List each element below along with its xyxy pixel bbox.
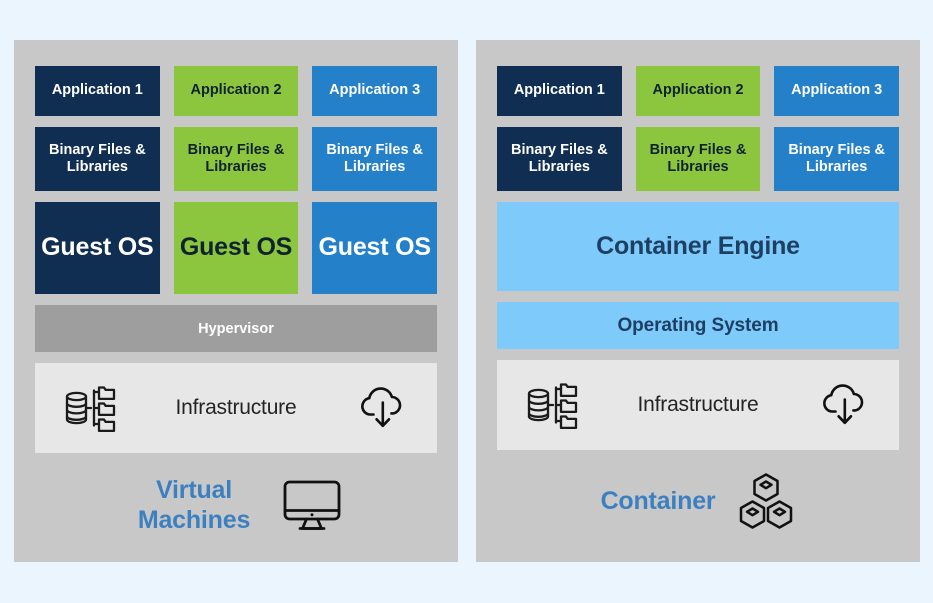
cubes-icon <box>737 472 795 530</box>
container-application-column-1: Application 1 <box>497 66 622 116</box>
container-application-label-1: Application 1 <box>513 82 605 99</box>
container-binary-box-3[interactable]: Binary Files & Libraries <box>774 127 900 191</box>
vm-guest-os-row: Guest OS Guest OS Guest OS <box>35 202 438 294</box>
vm-binary-box-1[interactable]: Binary Files & Libraries <box>35 127 160 191</box>
container-binary-box-1[interactable]: Binary Files & Libraries <box>497 127 622 191</box>
cloud-download-icon <box>359 385 407 431</box>
monitor-icon <box>281 477 343 533</box>
vm-guest-os-label-2: Guest OS <box>179 233 293 262</box>
hypervisor-label: Hypervisor <box>198 320 274 337</box>
vm-panel-content: Application 1 Application 2 Application … <box>35 66 438 535</box>
vm-binary-box-3[interactable]: Binary Files & Libraries <box>312 127 438 191</box>
container-application-row: Application 1 Application 2 Application … <box>497 66 900 116</box>
vm-guest-os-box-1[interactable]: Guest OS <box>35 202 160 294</box>
vm-application-box-1[interactable]: Application 1 <box>35 66 160 116</box>
vm-guest-os-column-1: Guest OS <box>35 202 160 294</box>
database-folders-icon <box>63 380 119 436</box>
vm-binary-label-3: Binary Files & Libraries <box>326 141 424 175</box>
vm-guest-os-column-3: Guest OS <box>312 202 438 294</box>
container-application-label-2: Application 2 <box>652 82 744 99</box>
container-binary-row: Binary Files & Libraries Binary Files & … <box>497 127 900 191</box>
vm-binary-column-3: Binary Files & Libraries <box>312 127 438 191</box>
vm-application-box-2[interactable]: Application 2 <box>173 66 299 116</box>
vm-application-column-1: Application 1 <box>35 66 160 116</box>
container-engine-label: Container Engine <box>596 232 800 260</box>
vm-application-column-2: Application 2 <box>173 66 299 116</box>
vm-application-column-3: Application 3 <box>312 66 438 116</box>
container-application-column-2: Application 2 <box>635 66 761 116</box>
cloud-download-icon <box>821 382 869 428</box>
vm-binary-label-2: Binary Files & Libraries <box>187 141 285 175</box>
diagram-canvas: Application 1 Application 2 Application … <box>0 0 933 603</box>
container-binary-label-2: Binary Files & Libraries <box>649 141 747 175</box>
container-binary-column-1: Binary Files & Libraries <box>497 127 622 191</box>
operating-system-label: Operating System <box>617 314 779 336</box>
vm-guest-os-label-3: Guest OS <box>318 233 432 262</box>
vm-application-label-1: Application 1 <box>51 82 143 99</box>
virtual-machines-label: Virtual Machines <box>137 476 251 534</box>
container-application-box-3[interactable]: Application 3 <box>774 66 900 116</box>
vm-binary-row: Binary Files & Libraries Binary Files & … <box>35 127 438 191</box>
vm-guest-os-label-1: Guest OS <box>41 233 154 262</box>
container-application-column-3: Application 3 <box>774 66 900 116</box>
container-panel-content: Application 1 Application 2 Application … <box>497 66 900 530</box>
container-binary-box-2[interactable]: Binary Files & Libraries <box>635 127 761 191</box>
vm-infrastructure-bar[interactable]: Infrastructure <box>35 363 437 453</box>
vm-guest-os-column-2: Guest OS <box>173 202 299 294</box>
vm-binary-box-2[interactable]: Binary Files & Libraries <box>173 127 299 191</box>
vm-guest-os-box-2[interactable]: Guest OS <box>173 202 299 294</box>
database-folders-icon <box>525 377 581 433</box>
container-binary-column-2: Binary Files & Libraries <box>635 127 761 191</box>
container-label: Container <box>600 487 716 515</box>
container-application-box-1[interactable]: Application 1 <box>497 66 622 116</box>
vm-application-label-3: Application 3 <box>329 82 421 99</box>
vm-binary-column-1: Binary Files & Libraries <box>35 127 160 191</box>
container-binary-label-3: Binary Files & Libraries <box>788 141 886 175</box>
vm-application-box-3[interactable]: Application 3 <box>312 66 438 116</box>
vm-binary-label-1: Binary Files & Libraries <box>48 141 146 175</box>
container-engine-bar[interactable]: Container Engine <box>497 202 899 291</box>
operating-system-bar[interactable]: Operating System <box>497 302 899 349</box>
container-infrastructure-bar[interactable]: Infrastructure <box>497 360 899 450</box>
vm-binary-column-2: Binary Files & Libraries <box>173 127 299 191</box>
vm-guest-os-box-3[interactable]: Guest OS <box>312 202 438 294</box>
container-binary-column-3: Binary Files & Libraries <box>774 127 900 191</box>
container-application-box-2[interactable]: Application 2 <box>635 66 761 116</box>
container-footer: Container <box>497 472 899 530</box>
container-binary-label-1: Binary Files & Libraries <box>510 141 608 175</box>
container-application-label-3: Application 3 <box>791 82 883 99</box>
virtual-machines-panel: Application 1 Application 2 Application … <box>14 40 458 562</box>
vm-application-label-2: Application 2 <box>190 82 282 99</box>
container-panel: Application 1 Application 2 Application … <box>476 40 920 562</box>
vm-footer: Virtual Machines <box>35 475 437 535</box>
hypervisor-bar[interactable]: Hypervisor <box>35 305 437 352</box>
vm-application-row: Application 1 Application 2 Application … <box>35 66 438 116</box>
